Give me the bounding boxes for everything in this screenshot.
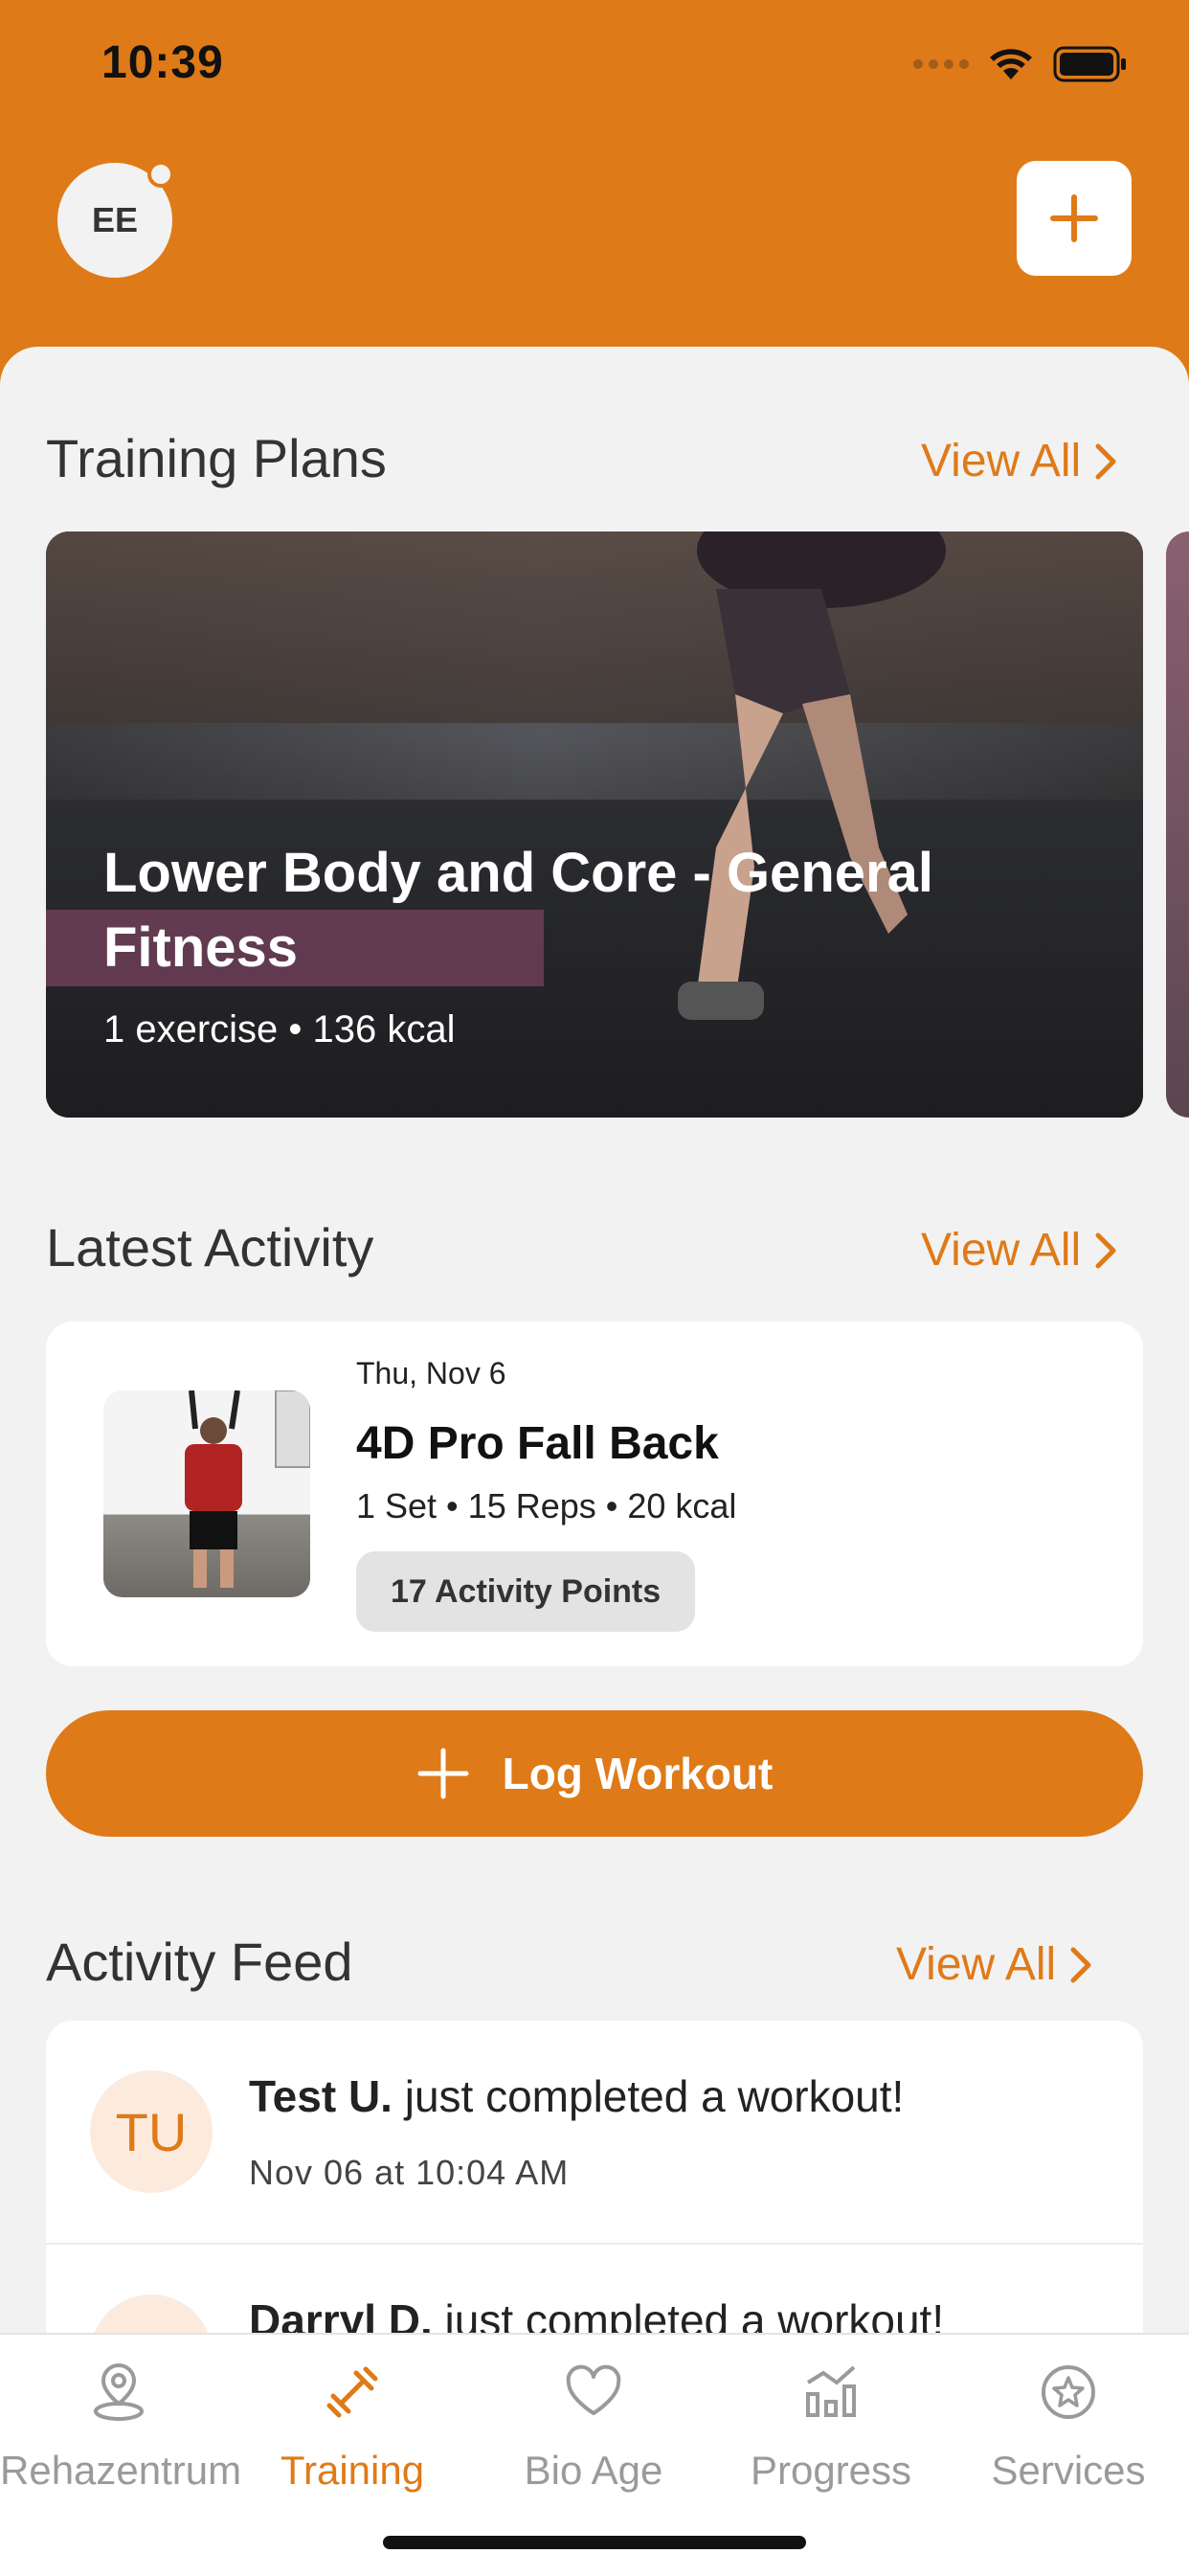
tab-label: Services: [991, 2448, 1146, 2493]
tab-training[interactable]: Training: [234, 2354, 471, 2494]
feed-action: just completed a workout!: [404, 2071, 905, 2121]
tab-services[interactable]: Services: [950, 2354, 1187, 2494]
chevron-right-icon: [1095, 1232, 1116, 1268]
avatar-initials: EE: [91, 200, 139, 239]
plan-title: Lower Body and Core - General Fitness: [103, 842, 933, 979]
training-plans-title: Training Plans: [46, 428, 387, 488]
tab-label: Rehazentrum: [0, 2448, 242, 2493]
view-all-label: View All: [896, 1939, 1057, 1990]
status-icons: [913, 46, 1128, 82]
tab-progress[interactable]: Progress: [712, 2354, 950, 2494]
activity-thumbnail: [103, 1390, 310, 1597]
chevron-right-icon: [1070, 1947, 1091, 1982]
tab-bio-age[interactable]: Bio Age: [475, 2354, 712, 2494]
latest-activity-title: Latest Activity: [46, 1217, 374, 1277]
activity-name: 4D Pro Fall Back: [356, 1418, 719, 1469]
star-circle-icon: [1042, 2365, 1095, 2419]
activity-stats: 1 Set • 15 Reps • 20 kcal: [356, 1486, 737, 1525]
log-workout-button[interactable]: Log Workout: [46, 1710, 1143, 1837]
view-all-label: View All: [921, 436, 1082, 486]
log-workout-label: Log Workout: [502, 1749, 774, 1798]
battery-icon: [1053, 46, 1126, 82]
bar-chart-icon: [806, 2365, 856, 2417]
tab-label: Training: [280, 2448, 425, 2493]
location-pin-icon: [94, 2362, 144, 2421]
dumbbell-icon: [326, 2366, 378, 2418]
activity-feed-view-all[interactable]: View All: [896, 1938, 1092, 1991]
next-plan-card-peek[interactable]: [1166, 531, 1189, 1118]
wifi-icon: [990, 49, 1032, 79]
chevron-right-icon: [1095, 443, 1116, 479]
cellular-signal-icon: [913, 59, 969, 69]
exercise-figure-image: [185, 1390, 310, 1588]
header-bar: 10:39 EE: [0, 0, 1189, 383]
tab-rehazentrum[interactable]: Rehazentrum: [0, 2354, 242, 2494]
latest-activity-card[interactable]: Thu, Nov 6 4D Pro Fall Back 1 Set • 15 R…: [46, 1322, 1143, 1666]
training-plans-view-all[interactable]: View All: [921, 435, 1117, 487]
tab-label: Bio Age: [524, 2448, 663, 2493]
home-indicator[interactable]: [383, 2536, 806, 2549]
plus-icon: [1050, 194, 1098, 242]
feed-item[interactable]: TU Test U. just completed a workout! Nov…: [46, 2021, 1143, 2245]
status-time: 10:39: [101, 37, 224, 88]
activity-feed-title: Activity Feed: [46, 1932, 353, 1992]
plus-icon: [417, 1748, 469, 1799]
feed-time: Nov 06 at 10:04 AM: [249, 2153, 570, 2192]
tab-label: Progress: [750, 2448, 912, 2493]
activity-points-badge: 17 Activity Points: [356, 1551, 696, 1632]
feed-text: Test U. just completed a workout!: [249, 2070, 904, 2122]
feed-avatar: TU: [90, 2070, 213, 2193]
view-all-label: View All: [921, 1225, 1082, 1276]
plan-image-background: [46, 531, 1143, 723]
feed-user-name: Test U.: [249, 2071, 393, 2121]
heart-icon: [566, 2364, 621, 2415]
plan-meta: 1 exercise • 136 kcal: [103, 1008, 456, 1051]
activity-date: Thu, Nov 6: [356, 1356, 506, 1390]
notification-dot: [147, 161, 174, 188]
profile-avatar[interactable]: EE: [57, 161, 174, 278]
training-plan-card[interactable]: Lower Body and Core - General Fitness 1 …: [46, 531, 1143, 1118]
latest-activity-view-all[interactable]: View All: [921, 1224, 1117, 1277]
add-button[interactable]: [1017, 161, 1132, 276]
